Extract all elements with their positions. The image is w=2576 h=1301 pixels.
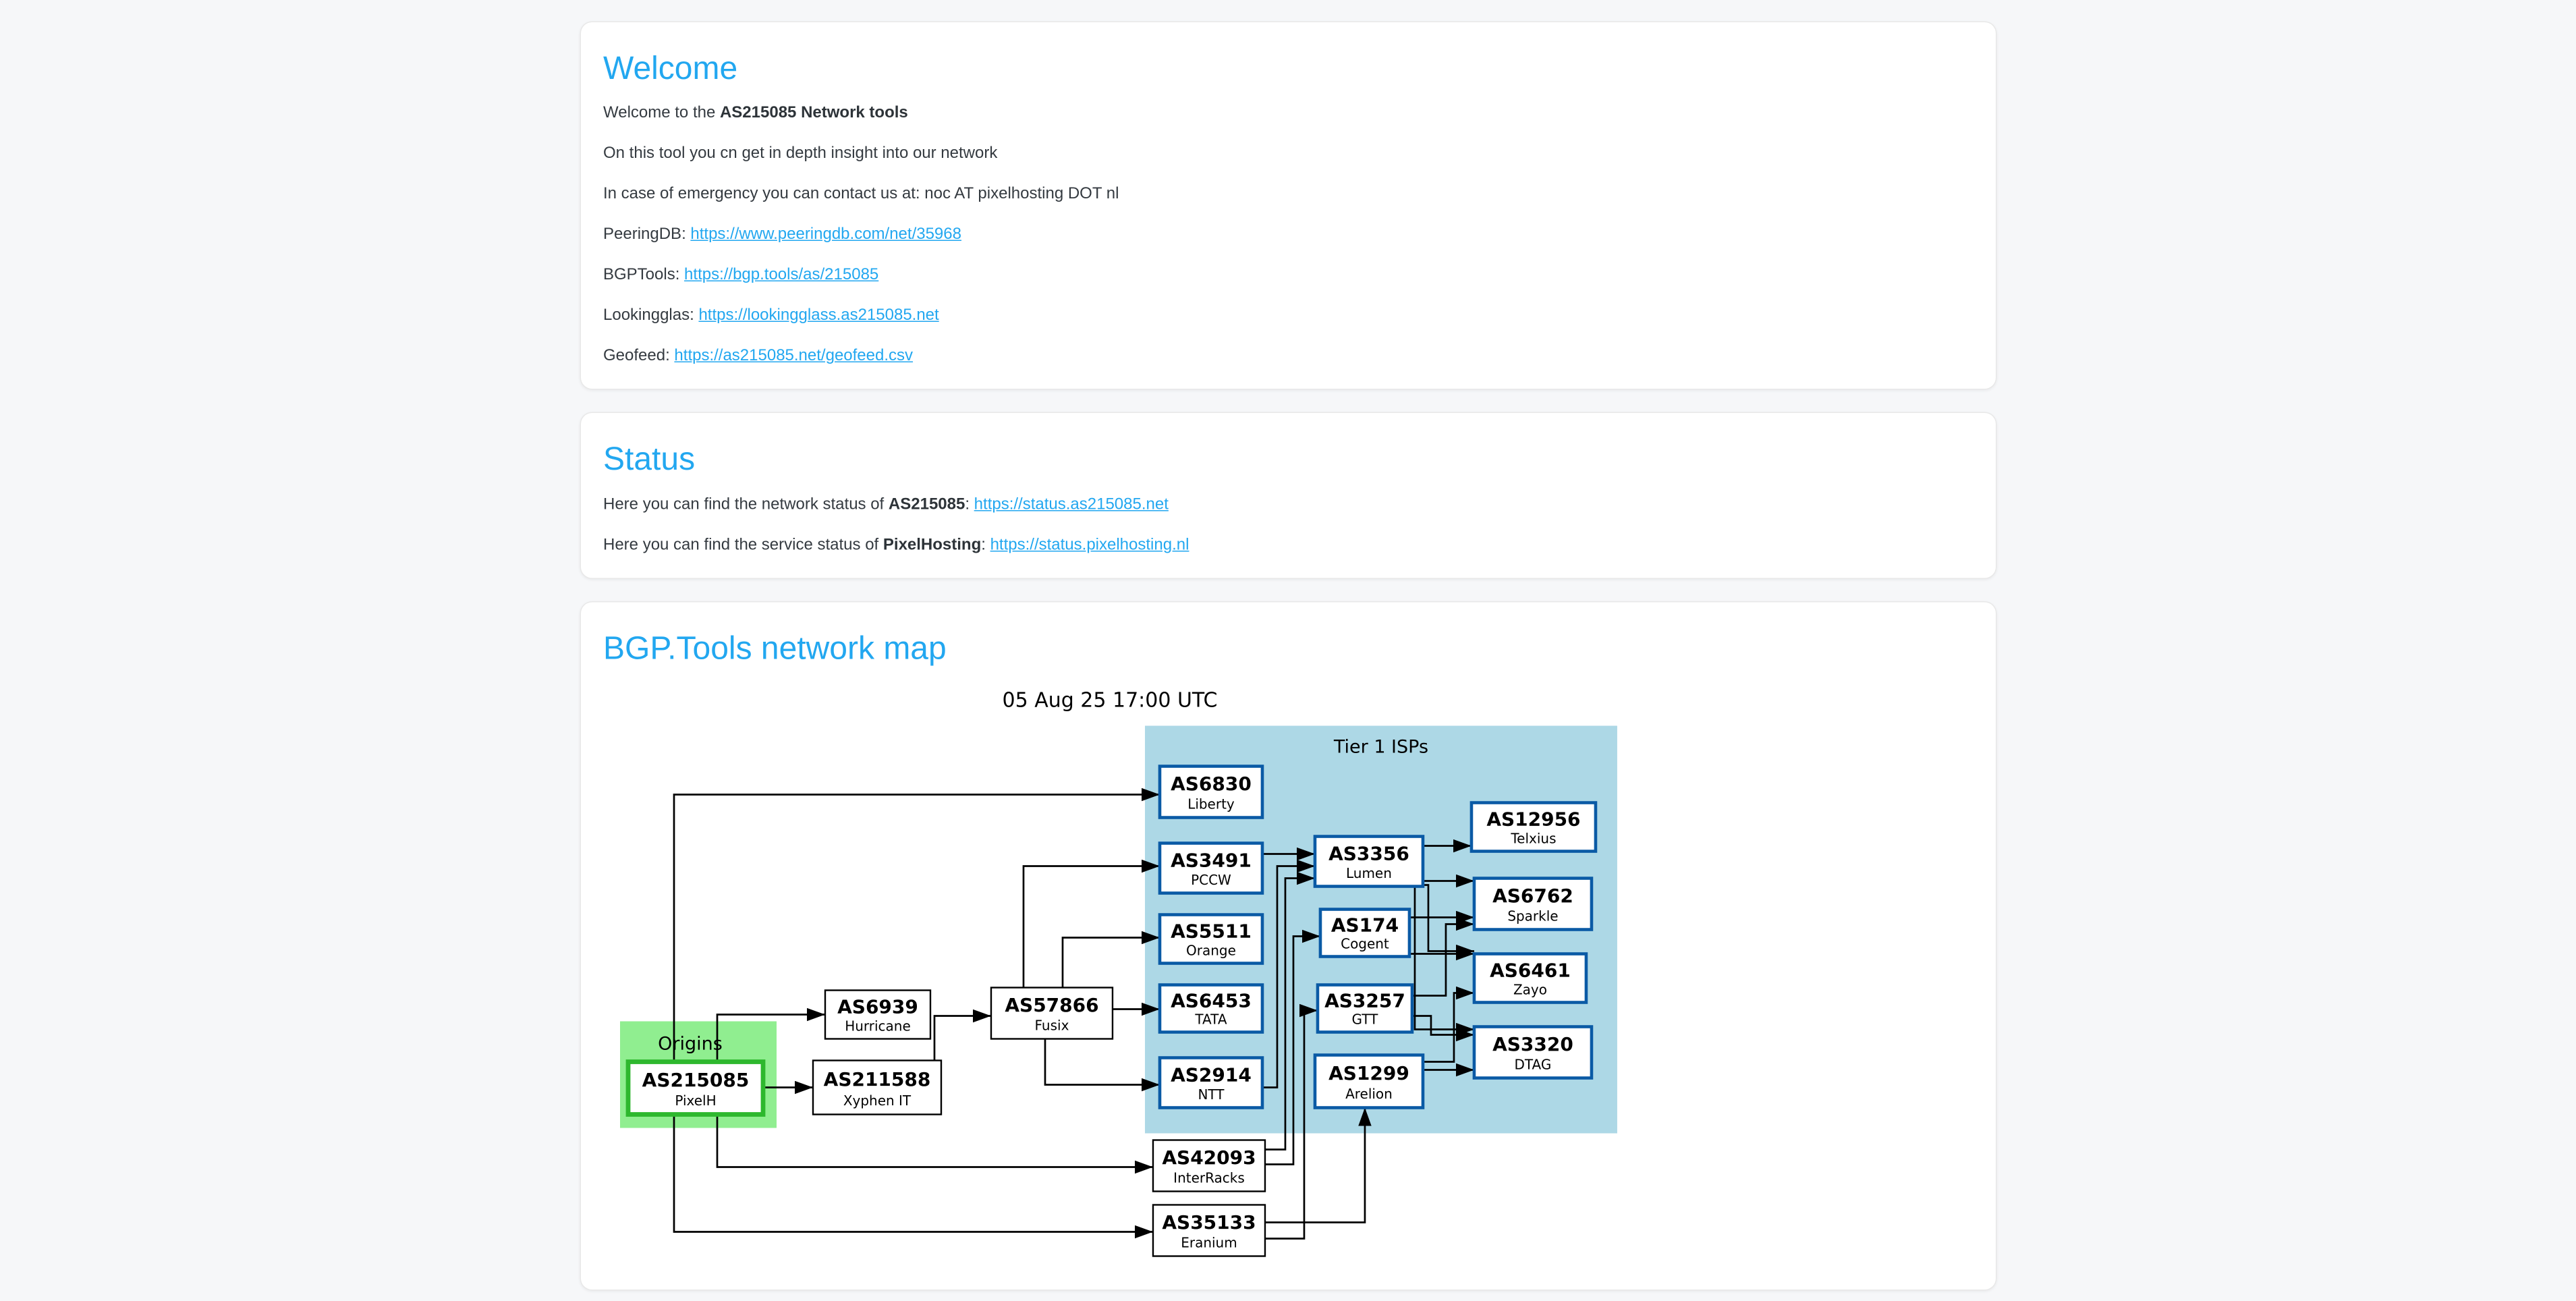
node-as3320-asn: AS3320 [1492,1033,1573,1055]
edge-as57866-as3491 [1024,866,1160,988]
node-as12956-name: Telxius [1510,831,1556,847]
welcome-line2: On this tool you cn get in depth insight… [603,142,1973,167]
welcome-intro-text: Welcome to the [603,105,720,122]
node-as42093-asn: AS42093 [1162,1146,1256,1169]
bgptools-link[interactable]: https://bgp.tools/as/215085 [684,267,878,284]
node-as57866-name: Fusix [1035,1018,1069,1034]
node-as57866-asn: AS57866 [1005,994,1098,1016]
map-regions [620,726,1617,1134]
service-status-bold: PixelHosting [883,536,981,554]
network-status-text: Here you can find the network status of [603,496,889,514]
node-as6453-asn: AS6453 [1171,990,1252,1012]
bgptools-label: BGPTools: [603,267,684,284]
bgpmap-title: BGP.Tools network map [603,628,1973,667]
node-as3320-name: DTAG [1515,1057,1552,1073]
geofeed-row: Geofeed: https://as215085.net/geofeed.cs… [603,345,1973,369]
service-status-sep: : [981,536,990,554]
node-as215085-name: PixelH [675,1093,716,1109]
service-status-row: Here you can find the service status of … [603,533,1973,557]
lookingglass-row: Lookingglas: https://lookingglass.as2150… [603,304,1973,329]
page: Welcome Welcome to the AS215085 Network … [0,0,2576,1301]
node-as5511-asn: AS5511 [1171,920,1252,943]
status-title: Status [603,440,1973,479]
node-as42093-name: InterRacks [1173,1170,1245,1186]
welcome-title: Welcome [603,49,1973,88]
node-as12956-asn: AS12956 [1486,808,1580,831]
node-as3257-asn: AS3257 [1324,990,1405,1012]
node-as6453-name: TATA [1194,1012,1227,1028]
node-as215085-asn: AS215085 [642,1069,750,1091]
node-as6461-name: Zayo [1513,982,1547,998]
region-label-tier1: Tier 1 ISPs [1333,737,1428,758]
edge-as215085-as35133 [674,1115,1153,1232]
node-as6762-asn: AS6762 [1492,885,1573,907]
bgpmap-card: BGP.Tools network map 05 Aug 25 17:00 UT… [580,601,1997,1291]
region-label-origins: Origins [658,1034,723,1055]
node-as2914-asn: AS2914 [1171,1064,1252,1086]
welcome-card: Welcome Welcome to the AS215085 Network … [580,22,1997,391]
node-as6762-name: Sparkle [1507,908,1558,924]
network-status-link[interactable]: https://status.as215085.net [974,496,1169,514]
geofeed-label: Geofeed: [603,348,674,365]
node-as6461-asn: AS6461 [1490,960,1571,982]
welcome-line3: In case of emergency you can contact us … [603,183,1973,207]
node-as6939-name: Hurricane [845,1018,911,1034]
edge-as211588-as57866 [934,1016,991,1061]
service-status-link[interactable]: https://status.pixelhosting.nl [990,536,1189,554]
bgptools-row: BGPTools: https://bgp.tools/as/215085 [603,264,1973,288]
node-as6830-asn: AS6830 [1171,773,1252,796]
network-status-row: Here you can find the network status of … [603,493,1973,517]
node-as3356-asn: AS3356 [1328,843,1409,865]
welcome-intro: Welcome to the AS215085 Network tools [603,102,1973,126]
bgp-network-map: 05 Aug 25 17:00 UTC Tier 1 ISPs Origins A… [597,682,1973,1271]
network-status-sep: : [965,496,974,514]
node-as211588-name: Xyphen IT [843,1092,912,1109]
service-status-text: Here you can find the service status of [603,536,883,554]
welcome-intro-bold: AS215085 Network tools [720,105,908,122]
content-column: Welcome Welcome to the AS215085 Network … [580,0,1997,1290]
node-as174-asn: AS174 [1331,914,1399,937]
network-status-bold: AS215085 [889,496,965,514]
peeringdb-label: PeeringDB: [603,226,690,244]
edge-as57866-as2914 [1045,1039,1160,1085]
lookingglass-link[interactable]: https://lookingglass.as215085.net [698,307,939,325]
node-as35133-name: Eranium [1181,1235,1237,1251]
map-timestamp: 05 Aug 25 17:00 UTC [1003,689,1218,713]
node-as3257-name: GTT [1352,1012,1379,1028]
node-as211588-asn: AS211588 [824,1068,931,1090]
status-card: Status Here you can find the network sta… [580,412,1997,579]
peeringdb-row: PeeringDB: https://www.peeringdb.com/net… [603,223,1973,248]
node-as6939-asn: AS6939 [837,996,918,1018]
node-as1299-asn: AS1299 [1328,1062,1409,1084]
node-as6830-name: Liberty [1187,796,1235,812]
node-as1299-name: Arelion [1345,1086,1393,1103]
bgp-map-svg: 05 Aug 25 17:00 UTC Tier 1 ISPs Origins A… [597,682,1623,1271]
geofeed-link[interactable]: https://as215085.net/geofeed.csv [674,348,913,365]
node-as174-name: Cogent [1341,936,1389,952]
node-as35133-asn: AS35133 [1162,1211,1256,1234]
node-as5511-name: Orange [1186,943,1236,959]
node-as3356-name: Lumen [1346,865,1392,881]
edge-as215085-as42093 [717,1115,1153,1167]
node-as3491-asn: AS3491 [1171,850,1252,872]
node-as3491-name: PCCW [1191,872,1231,888]
peeringdb-link[interactable]: https://www.peeringdb.com/net/35968 [690,226,961,244]
node-as2914-name: NTT [1198,1086,1225,1103]
lookingglass-label: Lookingglas: [603,307,698,325]
